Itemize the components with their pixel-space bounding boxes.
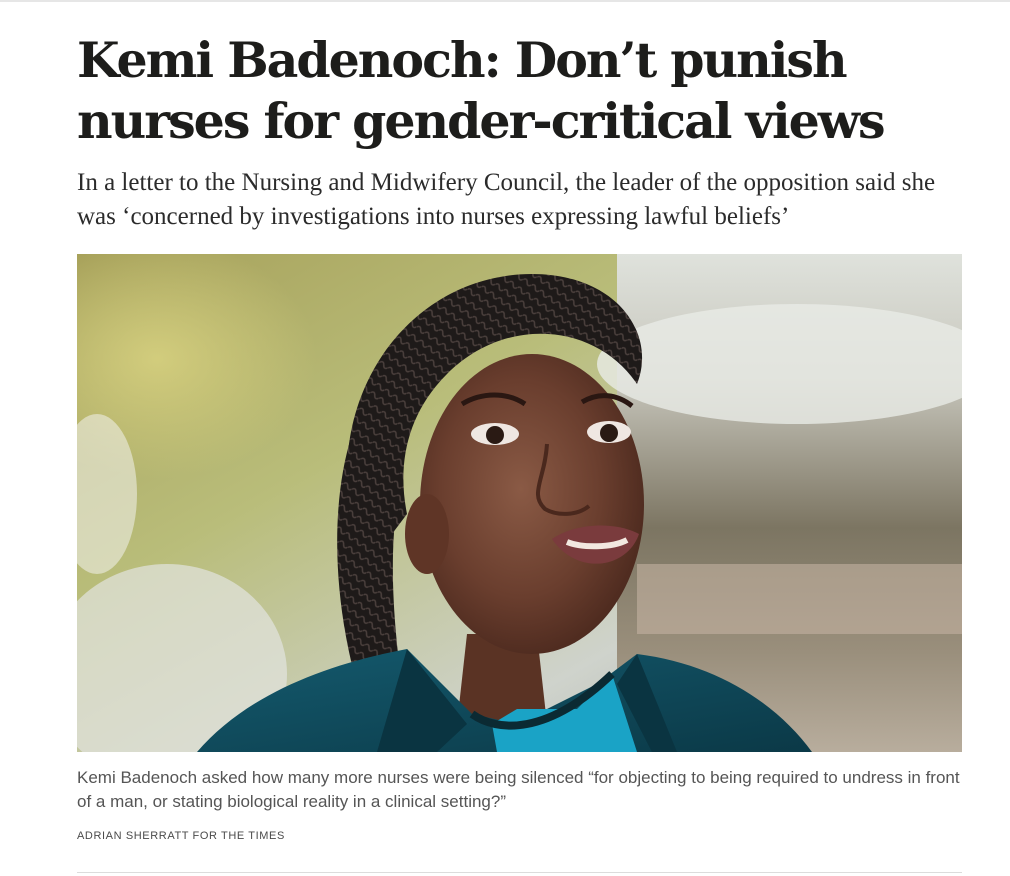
bottom-divider bbox=[77, 872, 962, 873]
image-caption: Kemi Badenoch asked how many more nurses… bbox=[77, 768, 960, 811]
standfirst: In a letter to the Nursing and Midwifery… bbox=[77, 169, 936, 230]
headline: Kemi Badenoch: Don’t punish nurses for g… bbox=[77, 31, 886, 150]
top-divider bbox=[0, 0, 1010, 2]
photo-credit: ADRIAN SHERRATT FOR THE TIMES bbox=[77, 830, 285, 842]
portrait-photo bbox=[77, 254, 962, 752]
article-photo[interactable] bbox=[77, 254, 962, 752]
article-header: Kemi Badenoch: Don’t punish nurses for g… bbox=[77, 30, 962, 234]
